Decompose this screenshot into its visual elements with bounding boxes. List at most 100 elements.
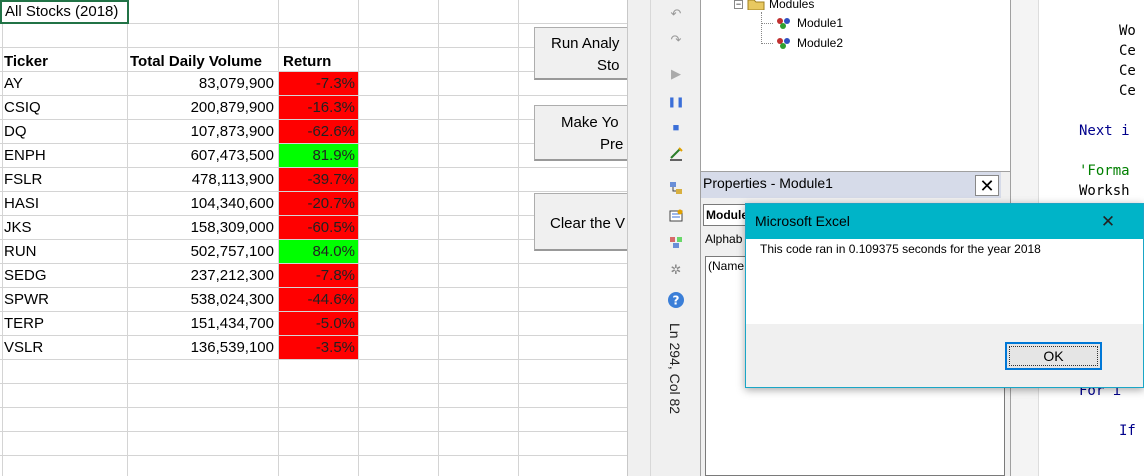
dialog-title: Microsoft Excel [755,213,850,229]
design-mode-icon[interactable] [666,144,686,164]
code-line: Ce [1119,83,1136,99]
cell-ticker[interactable]: JKS [4,216,126,239]
button-label-line1: Clear the V [550,215,626,232]
cursor-position-status: Ln 294, Col 82 [663,323,687,463]
focus-rectangle [1009,346,1098,366]
cell-ticker[interactable]: ENPH [4,144,126,167]
tree-item-label: Module1 [797,16,844,30]
close-icon: ✕ [1100,212,1116,231]
close-icon: ✕ [979,175,995,196]
grid-line [0,383,627,384]
code-line: If [1119,423,1136,439]
cell-ticker[interactable]: TERP [4,312,126,335]
tree-item-module1[interactable]: Module1 [775,15,843,31]
grid-line [0,407,627,408]
help-icon[interactable]: ? [666,290,686,310]
pause-icon[interactable]: ❚❚ [666,92,686,112]
module-icon [777,38,790,49]
ok-button[interactable]: OK [1005,342,1102,370]
run-analysis-button[interactable]: Run Analy Sto [534,27,627,80]
toolbox-icon[interactable]: ✲ [666,260,686,280]
cell-return[interactable]: -62.6% [279,120,358,143]
cell-total-daily-volume[interactable]: 151,434,700 [127,312,277,335]
clear-the-worksheet-button[interactable]: Clear the V [534,193,627,251]
button-label-line1: Run Analy [551,35,620,52]
cell-total-daily-volume[interactable]: 607,473,500 [127,144,277,167]
header-return[interactable]: Return [279,50,358,73]
cell-ticker[interactable]: HASI [4,192,126,215]
code-line: Next i [1079,123,1130,139]
cell-ticker[interactable]: AY [4,72,126,95]
window-divider [627,0,650,476]
dialog-close-button[interactable]: ✕ [1096,210,1120,234]
code-line: Ce [1119,43,1136,59]
message-box-dialog: Microsoft Excel ✕ This code ran in 0.109… [745,203,1144,388]
cell-total-daily-volume[interactable]: 107,873,900 [127,120,277,143]
object-browser-icon[interactable] [666,232,686,252]
cell-return[interactable]: -16.3% [279,96,358,119]
cell-ticker[interactable]: SPWR [4,288,126,311]
cell-ticker[interactable]: RUN [4,240,126,263]
properties-close-button[interactable]: ✕ [975,175,999,196]
button-label-line2: Pre [600,136,624,153]
tree-folder-label: Modules [769,0,815,11]
cell-total-daily-volume[interactable]: 502,757,100 [127,240,277,263]
svg-text:?: ? [673,294,680,308]
redo-icon[interactable]: ↷ [666,30,686,50]
selected-cell-a1[interactable]: All Stocks (2018) [0,0,129,24]
tab-alphabetic[interactable]: Alphab [705,232,742,246]
cell-total-daily-volume[interactable]: 538,024,300 [127,288,277,311]
cell-return[interactable]: -44.6% [279,288,358,311]
cell-ticker[interactable]: DQ [4,120,126,143]
properties-window-icon[interactable] [666,206,686,226]
cell-return[interactable]: -39.7% [279,168,358,191]
tree-item-module2[interactable]: Module2 [775,35,843,51]
grid-line [0,47,627,48]
project-explorer[interactable]: − Modules Module1 Module2 [700,0,1010,172]
cell-return[interactable]: -7.3% [279,72,358,95]
dialog-footer: OK [746,324,1143,387]
code-line: Worksh [1079,183,1130,199]
cell-return[interactable]: -20.7% [279,192,358,215]
excel-worksheet[interactable]: All Stocks (2018) Ticker Total Daily Vol… [0,0,627,476]
tree-connector [761,43,773,44]
code-line: 'Forma [1079,163,1130,179]
tree-folder-modules[interactable]: − Modules [734,0,814,12]
cell-ticker[interactable]: FSLR [4,168,126,191]
cell-total-daily-volume[interactable]: 200,879,900 [127,96,277,119]
cell-ticker[interactable]: VSLR [4,336,126,359]
cell-total-daily-volume[interactable]: 158,309,000 [127,216,277,239]
cell-total-daily-volume[interactable]: 83,079,900 [127,72,277,95]
stop-icon[interactable]: ■ [666,118,686,138]
code-line: Wo [1119,23,1136,39]
header-total-daily-volume[interactable]: Total Daily Volume [127,50,277,73]
make-your-preferences-button[interactable]: Make Yo Pre [534,105,627,161]
cell-return[interactable]: -7.8% [279,264,358,287]
cell-ticker[interactable]: CSIQ [4,96,126,119]
header-ticker[interactable]: Ticker [4,50,126,73]
button-label-line1: Make Yo [561,114,619,131]
module-icon [777,18,790,29]
collapse-icon[interactable]: − [734,0,743,9]
cell-return[interactable]: -3.5% [279,336,358,359]
cell-return[interactable]: -60.5% [279,216,358,239]
undo-icon[interactable]: ↶ [666,4,686,24]
cell-total-daily-volume[interactable]: 237,212,300 [127,264,277,287]
cell-total-daily-volume[interactable]: 104,340,600 [127,192,277,215]
cell-return[interactable]: 84.0% [279,240,358,263]
project-explorer-icon[interactable] [666,178,686,198]
cell-total-daily-volume[interactable]: 136,539,100 [127,336,277,359]
cell-ticker[interactable]: SEDG [4,264,126,287]
code-line: Ce [1119,63,1136,79]
cell-return[interactable]: 81.9% [279,144,358,167]
folder-icon [747,0,765,10]
button-label-line2: Sto [597,57,620,74]
dialog-message: This code ran in 0.109375 seconds for th… [760,242,1041,256]
grid-line [0,431,627,432]
dialog-titlebar[interactable]: Microsoft Excel ✕ [746,204,1143,239]
cell-return[interactable]: -5.0% [279,312,358,335]
property-name-row[interactable]: (Name [708,259,744,273]
cell-total-daily-volume[interactable]: 478,113,900 [127,168,277,191]
grid-line [0,359,627,360]
run-icon[interactable]: ▶ [666,64,686,84]
